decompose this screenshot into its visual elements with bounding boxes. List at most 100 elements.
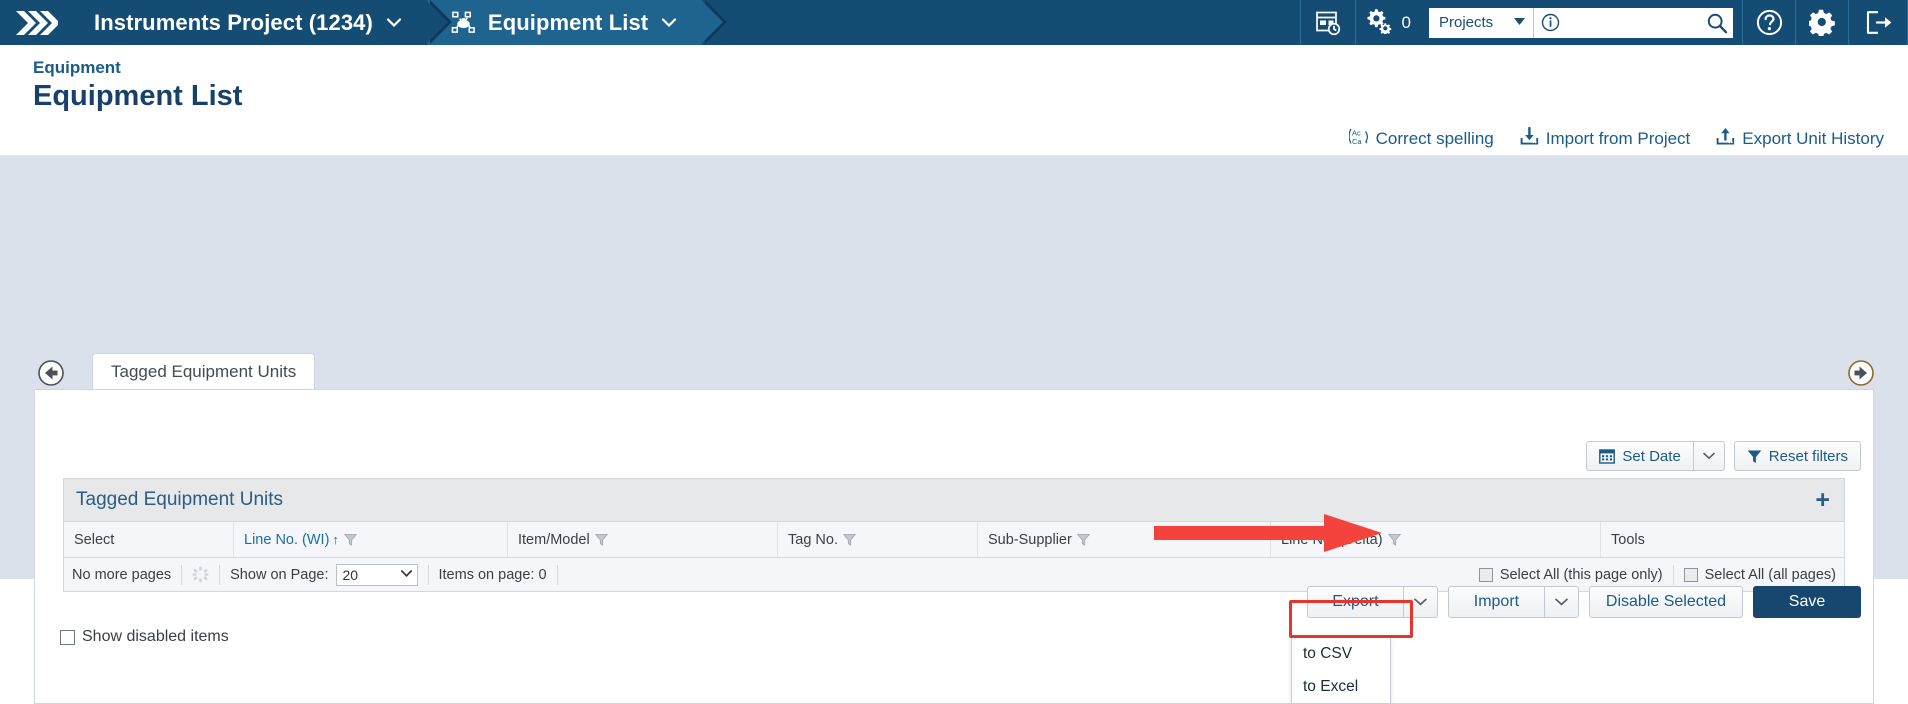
column-header-select[interactable]: Select — [64, 522, 234, 557]
calendar-clock-icon[interactable] — [1301, 0, 1355, 45]
export-to-excel-label: to Excel — [1303, 677, 1359, 695]
chevrons-logo-icon — [16, 10, 58, 35]
breadcrumb-equipment-list[interactable]: Equipment List — [412, 0, 728, 45]
chevron-down-icon[interactable] — [386, 18, 401, 27]
column-header-tag-no[interactable]: Tag No. — [778, 522, 978, 557]
export-unit-history-action[interactable]: Export Unit History — [1716, 127, 1884, 151]
reset-filters-button[interactable]: Reset filters — [1733, 441, 1861, 471]
column-header-label: Line No. (WI) — [244, 531, 330, 548]
page-header: Equipment Equipment List Ac Ca Correct s… — [0, 45, 1908, 156]
chevron-down-icon[interactable] — [662, 18, 677, 27]
chevron-down-icon — [1514, 17, 1525, 28]
column-header-line-no-delta[interactable]: Line No. (Delta) — [1271, 522, 1601, 557]
global-search — [1533, 7, 1733, 38]
column-header-item-model[interactable]: Item/Model — [508, 522, 778, 557]
import-from-project-label: Import from Project — [1545, 129, 1691, 148]
filter-funnel-icon[interactable] — [343, 533, 357, 546]
filter-funnel-icon[interactable] — [594, 533, 608, 546]
show-on-page-select[interactable]: 20 — [335, 563, 418, 586]
divider — [427, 564, 429, 585]
export-to-csv-label: to CSV — [1303, 644, 1353, 662]
tab-label: Tagged Equipment Units — [111, 362, 297, 381]
reset-filters-label: Reset filters — [1768, 447, 1848, 465]
spinner-icon[interactable] — [192, 566, 209, 583]
gears-counter[interactable]: 0 — [1356, 0, 1423, 45]
column-header-sub-supplier[interactable]: Sub-Supplier — [978, 522, 1271, 557]
help-circle-icon[interactable] — [1743, 0, 1795, 45]
funnel-icon — [1747, 449, 1762, 464]
correct-spelling-action[interactable]: Ac Ca Correct spelling — [1348, 127, 1494, 151]
column-header-label: Tag No. — [788, 531, 838, 548]
divider — [1672, 564, 1674, 585]
save-label: Save — [1788, 593, 1826, 610]
set-date-dropdown-toggle[interactable] — [1692, 441, 1725, 471]
plus-icon[interactable]: + — [1815, 487, 1830, 513]
export-dropdown-menu: to CSV to Excel — [1291, 637, 1391, 704]
save-button[interactable]: Save — [1753, 586, 1861, 618]
checkbox-box — [1478, 567, 1493, 582]
chevron-down-icon — [400, 569, 412, 580]
column-header-label: Tools — [1611, 531, 1645, 548]
column-header-line-no-wi[interactable]: Line No. (WI) ↑ — [234, 522, 508, 557]
search-input[interactable] — [1566, 9, 1701, 36]
breadcrumb[interactable]: Equipment — [33, 58, 121, 78]
import-download-icon — [1520, 126, 1539, 151]
filter-funnel-icon[interactable] — [1387, 533, 1401, 546]
import-from-project-action[interactable]: Import from Project — [1520, 126, 1691, 151]
search-icon[interactable] — [1701, 12, 1733, 34]
set-date-label: Set Date — [1622, 447, 1681, 465]
divider — [181, 564, 183, 585]
export-label: Export — [1332, 593, 1379, 610]
tab-scroll-right-button[interactable] — [1848, 360, 1874, 386]
gear-icon[interactable] — [1796, 0, 1848, 45]
tab-tagged-equipment-units[interactable]: Tagged Equipment Units — [92, 353, 316, 390]
breadcrumb-equipment-list-label: Equipment List — [487, 9, 649, 35]
items-on-page: Items on page: 0 — [438, 566, 547, 583]
divider — [556, 564, 558, 585]
filter-funnel-icon[interactable] — [1076, 533, 1090, 546]
filter-toolbar: Set Date Reset filters — [1586, 441, 1861, 471]
project-scope-select[interactable]: Projects — [1429, 7, 1533, 38]
filter-funnel-icon[interactable] — [842, 533, 856, 546]
app-logo[interactable] — [0, 0, 72, 45]
page-title: Equipment List — [33, 80, 243, 112]
top-navigation-bar: Instruments Project (1234) Equipment Lis… — [0, 0, 1908, 45]
select-all-pages-checkbox[interactable]: Select All (all pages) — [1683, 567, 1836, 583]
grid-header-row: Select Line No. (WI) ↑ Item/Model Tag No… — [63, 521, 1845, 558]
export-split-button: Export — [1306, 586, 1438, 618]
checkbox-box — [60, 629, 75, 645]
equipment-grid: Tagged Equipment Units + Select Line No.… — [63, 478, 1845, 592]
export-unit-history-label: Export Unit History — [1742, 129, 1884, 148]
set-date-button[interactable]: Set Date — [1586, 441, 1693, 471]
grid-title-label: Tagged Equipment Units — [76, 489, 284, 510]
export-to-csv-item[interactable]: to CSV — [1292, 637, 1390, 670]
select-all-this-page-checkbox[interactable]: Select All (this page only) — [1478, 567, 1663, 583]
content-card: Set Date Reset filters Tagged Equipment … — [34, 389, 1874, 704]
export-button[interactable]: Export — [1306, 586, 1403, 618]
set-date-split-button: Set Date — [1586, 441, 1725, 471]
tab-scroll-left-button[interactable] — [38, 360, 64, 386]
show-on-page-label: Show on Page: — [230, 566, 329, 583]
show-on-page-value: 20 — [342, 566, 359, 583]
breadcrumb-project-label: Instruments Project (1234) — [94, 9, 373, 35]
column-header-label: Line No. (Delta) — [1281, 531, 1383, 548]
logout-icon[interactable] — [1849, 0, 1907, 45]
import-button[interactable]: Import — [1447, 586, 1544, 618]
disable-selected-button[interactable]: Disable Selected — [1588, 586, 1743, 618]
import-dropdown-toggle[interactable] — [1543, 586, 1579, 618]
column-header-tools[interactable]: Tools — [1601, 522, 1799, 557]
export-to-excel-item[interactable]: to Excel — [1292, 670, 1390, 703]
form-action-bar: Export Import Disable Selected Save — [1306, 586, 1861, 618]
breadcrumb-project[interactable]: Instruments Project (1234) — [72, 0, 452, 45]
select-all-group: Select All (this page only) Select All (… — [1478, 564, 1836, 585]
spellcheck-icon: Ac Ca — [1348, 127, 1369, 151]
sort-ascending-icon: ↑ — [332, 532, 339, 547]
pagination-status: No more pages — [72, 566, 172, 583]
export-dropdown-toggle[interactable] — [1402, 586, 1438, 618]
export-upload-icon — [1716, 127, 1735, 151]
info-circle-icon[interactable] — [1534, 13, 1566, 32]
page-actions: Ac Ca Correct spelling Import from Proje… — [1348, 126, 1884, 151]
show-disabled-items-checkbox[interactable]: Show disabled items — [60, 628, 229, 646]
correct-spelling-label: Correct spelling — [1375, 129, 1494, 148]
column-header-label: Item/Model — [518, 531, 590, 548]
